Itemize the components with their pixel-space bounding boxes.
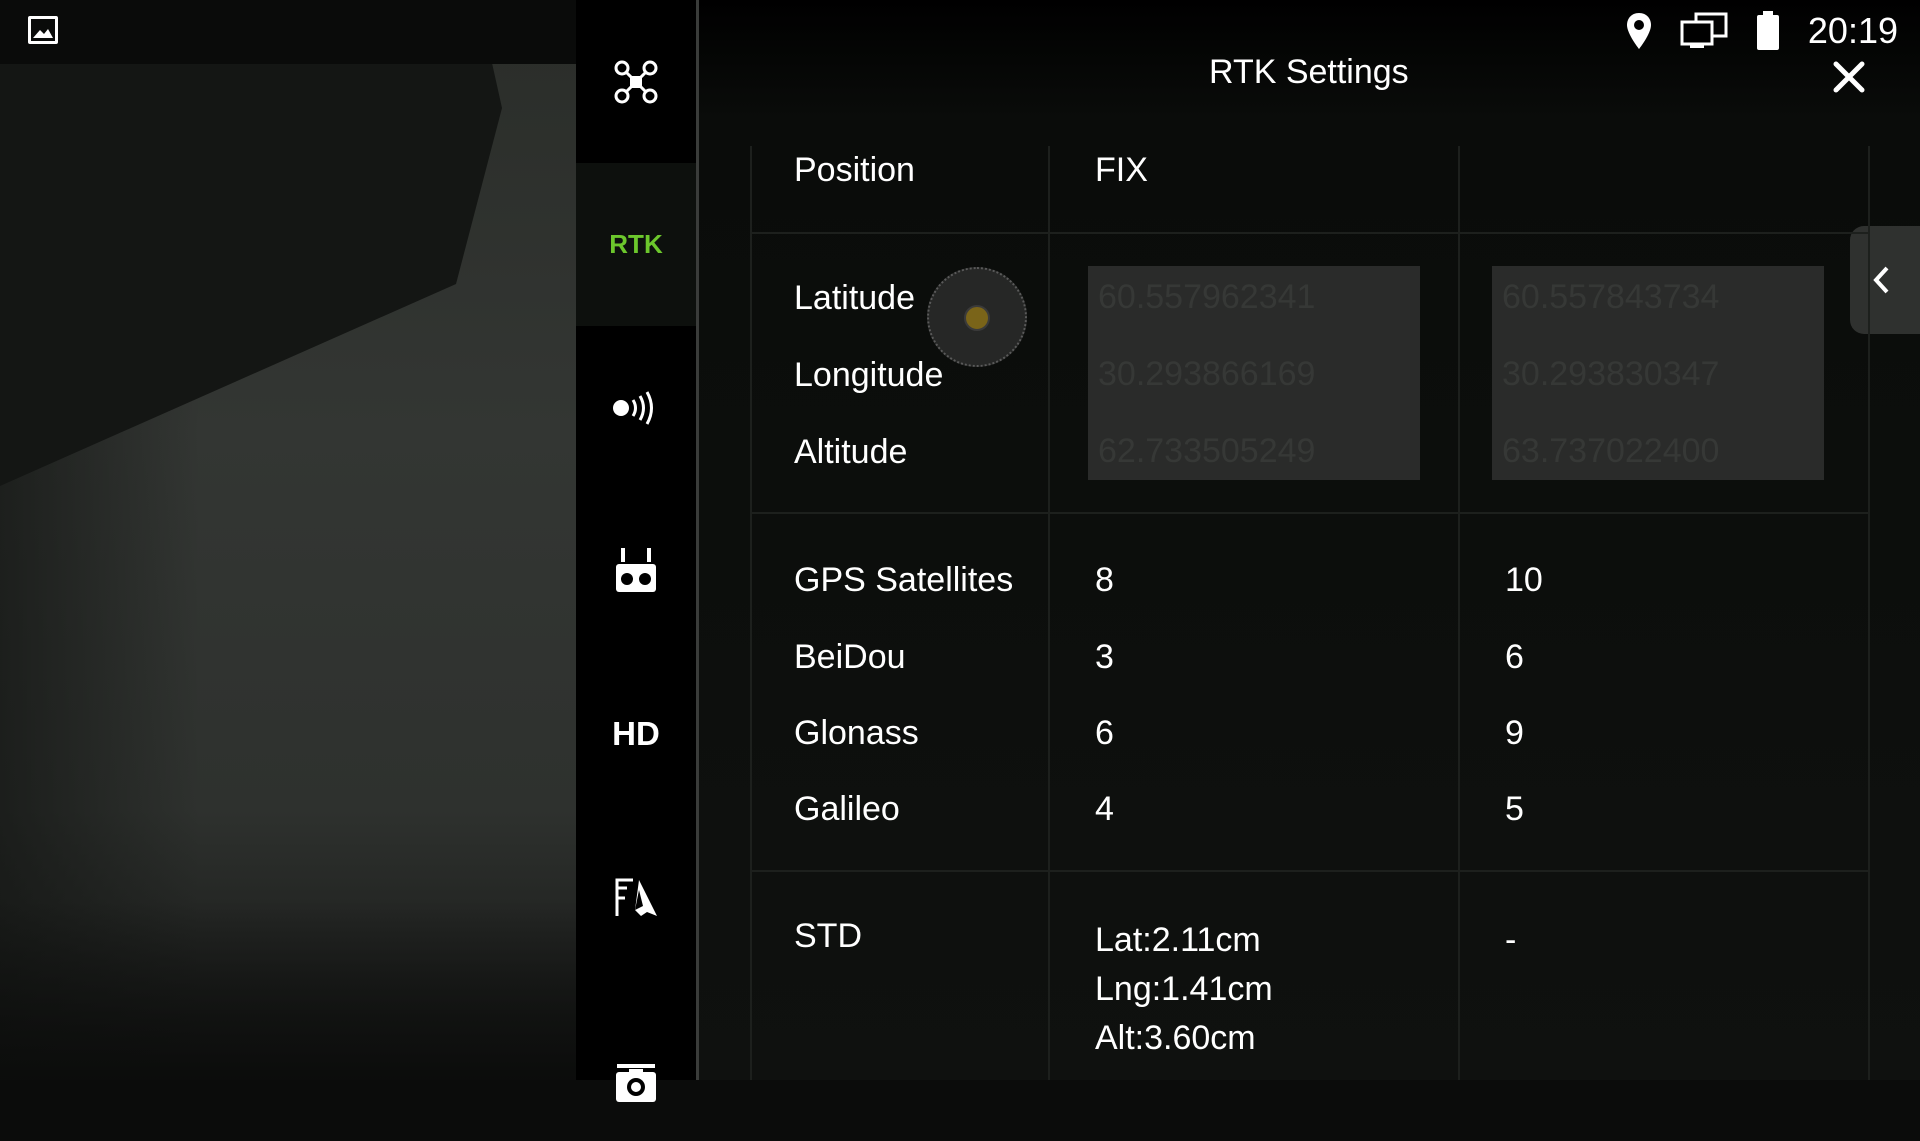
sidebar-item-signal[interactable] — [576, 326, 696, 489]
gps-count-aircraft: 10 — [1505, 561, 1543, 599]
beidou-count-rtk: 3 — [1095, 638, 1114, 676]
std-alt-value: Alt:3.60cm — [1095, 1019, 1256, 1057]
glonass-count-rtk: 6 — [1095, 714, 1114, 752]
longitude-value: 30.293830347 — [1502, 355, 1720, 393]
battery-icon — [1756, 11, 1779, 50]
std-label: STD — [794, 917, 862, 955]
sidebar-hd-label: HD — [612, 714, 660, 752]
sidebar-item-general[interactable] — [576, 815, 696, 978]
altitude-label: Altitude — [794, 433, 908, 471]
galileo-label: Galileo — [794, 790, 900, 828]
camera-background — [0, 0, 576, 1080]
std-lat-value: Lat:2.11cm — [1095, 921, 1261, 959]
camera-icon — [616, 1063, 656, 1102]
settings-sidebar: RTK HD — [576, 0, 696, 1102]
close-icon — [1833, 61, 1865, 93]
latitude-label: Latitude — [794, 279, 915, 317]
remote-controller-icon — [616, 547, 656, 592]
chevron-left-icon — [1873, 266, 1889, 294]
background-top-bar — [0, 0, 576, 64]
sidebar-item-camera[interactable] — [576, 978, 696, 1141]
gps-count-rtk: 8 — [1095, 561, 1114, 599]
sidebar-item-remote[interactable] — [576, 489, 696, 652]
gallery-icon[interactable] — [28, 16, 58, 44]
aircraft-icon — [614, 60, 658, 103]
table-divider — [1048, 146, 1050, 1080]
coordinates-box-rtk: 60.557962341 30.293866169 62.733505249 — [1088, 266, 1420, 480]
sidebar-rtk-label: RTK — [609, 229, 663, 259]
page-title: RTK Settings — [1209, 53, 1409, 91]
sidebar-item-hd[interactable]: HD — [576, 652, 696, 815]
glonass-count-aircraft: 9 — [1505, 714, 1524, 752]
touch-point — [964, 305, 990, 331]
gps-satellites-label: GPS Satellites — [794, 561, 1014, 599]
latitude-value: 60.557843734 — [1502, 278, 1720, 316]
location-icon — [1626, 13, 1651, 49]
galileo-count-rtk: 4 — [1095, 790, 1114, 828]
position-value: FIX — [1095, 151, 1148, 189]
background-fade-bottom — [0, 900, 576, 1080]
table-divider — [1458, 146, 1460, 1080]
coordinates-box-aircraft: 60.557843734 30.293830347 63.737022400 — [1492, 266, 1824, 480]
altitude-value: 63.737022400 — [1502, 432, 1720, 470]
sidebar-item-aircraft[interactable] — [576, 0, 696, 163]
rtk-status-table: Position FIX Latitude Longitude Altitude… — [750, 146, 1870, 1080]
sidebar-item-rtk[interactable]: RTK — [576, 163, 696, 326]
close-button[interactable] — [1826, 54, 1872, 100]
altitude-value: 62.733505249 — [1098, 432, 1316, 470]
std-aircraft-value: - — [1505, 921, 1517, 959]
galileo-count-aircraft: 5 — [1505, 790, 1524, 828]
status-bar: 20:19 — [1626, 8, 1898, 54]
settings-navigation-icon — [615, 878, 657, 916]
longitude-value: 30.293866169 — [1098, 355, 1316, 393]
clock: 20:19 — [1807, 10, 1898, 51]
position-label: Position — [794, 151, 915, 189]
latitude-value: 60.557962341 — [1098, 278, 1316, 316]
longitude-label: Longitude — [794, 356, 944, 394]
table-row-divider — [750, 232, 1870, 234]
table-border — [750, 146, 752, 1080]
glonass-label: Glonass — [794, 714, 919, 752]
table-row-divider — [750, 870, 1870, 872]
screen-mirror-icon — [1680, 12, 1728, 48]
std-lng-value: Lng:1.41cm — [1095, 970, 1273, 1008]
beidou-label: BeiDou — [794, 638, 906, 676]
signal-icon — [613, 390, 653, 425]
table-border — [1868, 146, 1870, 1080]
table-row-divider — [750, 512, 1870, 514]
beidou-count-aircraft: 6 — [1505, 638, 1524, 676]
